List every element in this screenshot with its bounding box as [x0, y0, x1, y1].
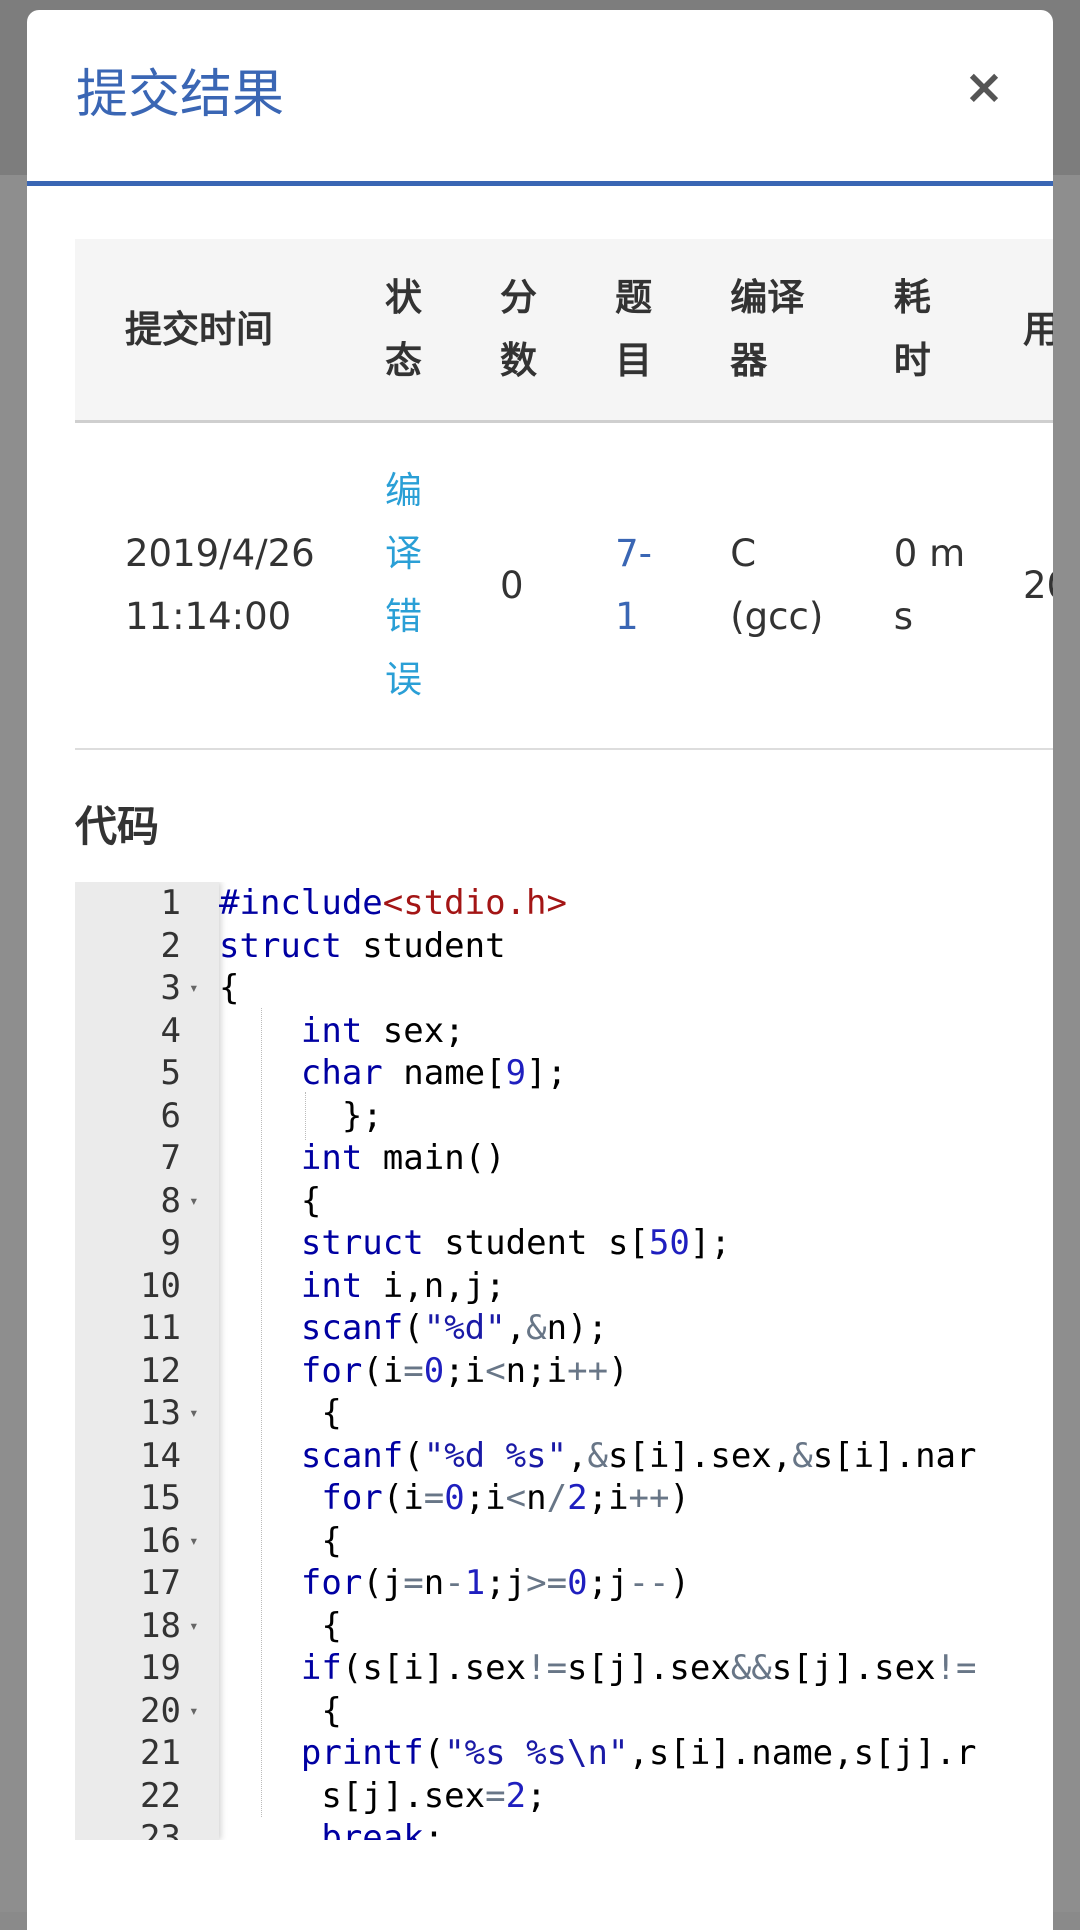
- code-editor[interactable]: 1 2 3 ▾ 4 5 6 7 8 ▾ 9 10 11 12 13 ▾ 14 15 16 ▾ 17 18 ▾ 19 20 ▾ 21 2…: [75, 882, 1009, 1840]
- line-number: 10: [140, 1265, 181, 1306]
- close-button[interactable]: ×: [959, 62, 1009, 112]
- cell-user: 201: [1023, 421, 1053, 750]
- code-line: };: [219, 1095, 383, 1136]
- code-section-label: 代码: [75, 802, 160, 851]
- code-line: int sex;: [300, 1010, 465, 1051]
- code-line: struct student s[50];: [300, 1223, 731, 1263]
- cell-score: 0: [500, 421, 616, 750]
- line-number: 8: [160, 1180, 181, 1221]
- line-number: 7: [160, 1138, 181, 1178]
- line-number: 6: [160, 1095, 181, 1136]
- line-number: 19: [140, 1648, 181, 1688]
- line-number: 5: [160, 1053, 181, 1093]
- line-number: 1: [160, 883, 181, 923]
- result-table: 提交时间 状态 分数 题目 编译器 耗时 用户 2019/4/26 11:14:…: [75, 239, 1053, 750]
- cell-submit-time: 2019/4/26 11:14:00: [75, 421, 385, 750]
- fold-arrow-icon[interactable]: ▾: [189, 1605, 203, 1647]
- code-line: for(i=0;i<n;i++): [300, 1350, 629, 1391]
- header-time: 耗时: [893, 276, 931, 383]
- modal-title: 提交结果: [76, 65, 285, 125]
- line-number: 4: [160, 1010, 181, 1051]
- cell-problem: 7-1: [615, 421, 731, 750]
- code-line: char name[9];: [300, 1053, 568, 1093]
- line-number: 14: [140, 1435, 181, 1476]
- code-line: break;: [321, 1818, 445, 1840]
- header-compiler: 编译器: [730, 276, 805, 383]
- code-line: if(s[i].sex!=s[j].sex&&s[j].sex!=: [300, 1648, 977, 1688]
- code-line: scanf("%d %s",&s[i].sex,&s[i].nar: [300, 1435, 977, 1476]
- line-number: 22: [140, 1775, 181, 1816]
- code-line: for(i=0;i<n/2;i++): [321, 1478, 690, 1518]
- code-line: struct student: [219, 925, 506, 966]
- code-line: {: [219, 1393, 342, 1433]
- header-submit-time: 提交时间: [125, 307, 273, 351]
- header-status: 状态: [384, 276, 422, 383]
- line-number: 16: [140, 1520, 181, 1561]
- line-number: 9: [160, 1223, 181, 1263]
- line-number-gutter: 1 2 3 ▾ 4 5 6 7 8 ▾ 9 10 11 12 13 ▾ 14 15 16 ▾ 17 18 ▾ 19 20 ▾ 21 2…: [75, 882, 219, 1840]
- code-line: {: [219, 1520, 342, 1561]
- fold-arrow-icon[interactable]: ▾: [189, 1180, 203, 1222]
- code-line: {: [219, 1180, 322, 1221]
- line-number: 23: [140, 1818, 181, 1840]
- cell-status: 编译错误: [384, 421, 501, 750]
- line-number: 11: [140, 1308, 181, 1348]
- code-line: {: [219, 1690, 342, 1731]
- fold-arrow-icon[interactable]: ▾: [189, 967, 203, 1009]
- line-number: 13: [140, 1393, 181, 1433]
- fold-arrow-icon[interactable]: ▾: [189, 1520, 203, 1562]
- code-line: #include<stdio.h>: [219, 883, 567, 923]
- code-line: s[j].sex=2;: [219, 1775, 547, 1816]
- submission-result-modal: 提交结果 × 提交时间 状态 分数 题目 编译器 耗时 用户 2019/4/26: [27, 10, 1053, 1930]
- header-score: 分数: [500, 276, 538, 383]
- header-user: 用户: [1023, 307, 1053, 351]
- line-number: 3: [160, 968, 181, 1008]
- line-number: 12: [140, 1350, 181, 1391]
- time-value: 0 ms: [893, 532, 966, 638]
- code-line: for(j=n-1;j>=0;j--): [300, 1563, 691, 1603]
- header-problem: 题目: [615, 276, 653, 383]
- code-line: printf("%s %s\n",s[i].name,s[j].r: [300, 1733, 977, 1773]
- compiler-value: C (gcc): [730, 532, 824, 638]
- line-number: 15: [140, 1478, 181, 1518]
- code-line: scanf("%d",&n);: [300, 1308, 609, 1348]
- code-content[interactable]: #include<stdio.h> struct student{ int sex…: [219, 882, 1009, 1840]
- result-table-container: 提交时间 状态 分数 题目 编译器 耗时 用户 2019/4/26 11:14:…: [75, 239, 1053, 751]
- code-line: {: [219, 1605, 342, 1646]
- fold-arrow-icon[interactable]: ▾: [189, 1392, 203, 1434]
- table-row: 2019/4/26 11:14:00 编译错误 0 7-1 C (gcc) 0 …: [75, 421, 1053, 750]
- line-number: 2: [160, 925, 181, 966]
- code-line: {: [219, 968, 240, 1008]
- fold-arrow-icon[interactable]: ▾: [189, 1690, 203, 1732]
- table-header-row: 提交时间 状态 分数 题目 编译器 耗时 用户: [75, 239, 1053, 421]
- indent-guide: [305, 1092, 306, 1140]
- indent-guide: [261, 1008, 262, 1817]
- submit-clock: 11:14:00: [125, 595, 292, 638]
- cell-compiler: C (gcc): [730, 421, 894, 750]
- submit-date: 2019/4/26: [125, 532, 315, 575]
- line-number: 20: [140, 1690, 181, 1731]
- modal-header: 提交结果 ×: [27, 10, 1053, 186]
- problem-link[interactable]: 7-1: [615, 522, 657, 648]
- line-number: 18: [140, 1605, 181, 1646]
- line-number: 17: [140, 1563, 181, 1603]
- cell-time: 0 ms: [893, 421, 1024, 750]
- status-link[interactable]: 编译错误: [385, 459, 427, 711]
- line-number: 21: [140, 1733, 181, 1773]
